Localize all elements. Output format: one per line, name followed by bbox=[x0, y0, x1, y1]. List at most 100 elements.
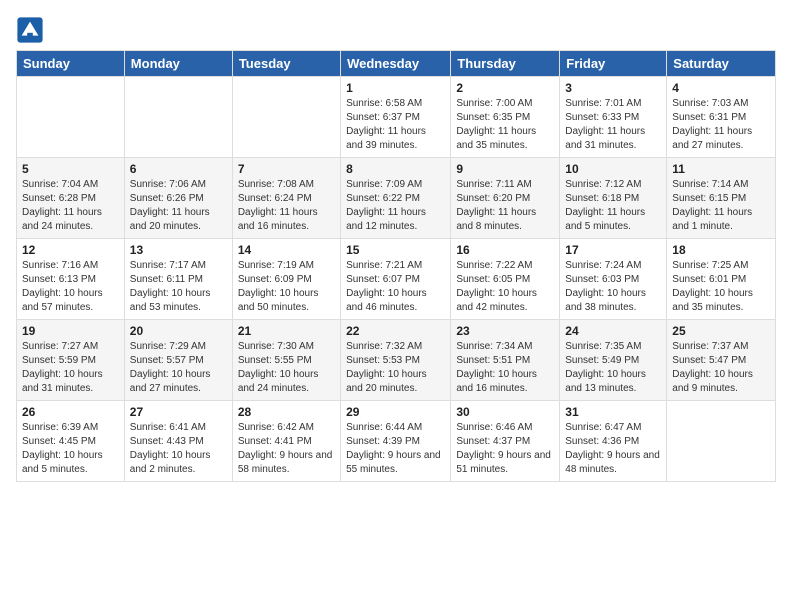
day-info: Sunrise: 7:24 AMSunset: 6:03 PMDaylight:… bbox=[565, 259, 661, 315]
day-info: Sunrise: 7:14 AMSunset: 6:15 PMDaylight:… bbox=[672, 178, 770, 234]
day-number: 14 bbox=[238, 243, 335, 257]
week-row-1: 1Sunrise: 6:58 AMSunset: 6:37 PMDaylight… bbox=[17, 77, 776, 158]
day-info: Sunrise: 6:42 AMSunset: 4:41 PMDaylight:… bbox=[238, 421, 335, 477]
calendar-header-row: SundayMondayTuesdayWednesdayThursdayFrid… bbox=[17, 51, 776, 77]
day-number: 13 bbox=[130, 243, 227, 257]
day-cell: 20Sunrise: 7:29 AMSunset: 5:57 PMDayligh… bbox=[124, 320, 232, 401]
day-number: 27 bbox=[130, 405, 227, 419]
day-number: 17 bbox=[565, 243, 661, 257]
column-header-friday: Friday bbox=[560, 51, 667, 77]
day-number: 6 bbox=[130, 162, 227, 176]
day-cell: 8 Sunrise: 7:09 AMSunset: 6:22 PMDaylight… bbox=[341, 158, 451, 239]
day-cell: 22 Sunrise: 7:32 AMSunset: 5:53 PMDayligh… bbox=[341, 320, 451, 401]
logo-icon bbox=[16, 16, 44, 44]
day-info: Sunrise: 6:47 AMSunset: 4:36 PMDaylight:… bbox=[565, 421, 661, 477]
day-info: Sunrise: 7:04 AMSunset: 6:28 PMDaylight:… bbox=[22, 178, 119, 234]
day-number: 7 bbox=[238, 162, 335, 176]
day-info: Sunrise: 7:22 AMSunset: 6:05 PMDaylight:… bbox=[456, 259, 554, 315]
day-cell: 26 Sunrise: 6:39 AMSunset: 4:45 PMDayligh… bbox=[17, 401, 125, 482]
day-number: 8 bbox=[346, 162, 445, 176]
day-info: Sunrise: 7:01 AMSunset: 6:33 PMDaylight:… bbox=[565, 97, 661, 153]
week-row-5: 26 Sunrise: 6:39 AMSunset: 4:45 PMDayligh… bbox=[17, 401, 776, 482]
day-cell: 14 Sunrise: 7:19 AMSunset: 6:09 PMDayligh… bbox=[232, 239, 340, 320]
column-header-thursday: Thursday bbox=[451, 51, 560, 77]
day-info: Sunrise: 7:19 AMSunset: 6:09 PMDaylight:… bbox=[238, 259, 335, 315]
day-number: 15 bbox=[346, 243, 445, 257]
day-cell: 24Sunrise: 7:35 AMSunset: 5:49 PMDayligh… bbox=[560, 320, 667, 401]
day-cell: 7 Sunrise: 7:08 AMSunset: 6:24 PMDaylight… bbox=[232, 158, 340, 239]
week-row-4: 19 Sunrise: 7:27 AMSunset: 5:59 PMDayligh… bbox=[17, 320, 776, 401]
day-number: 5 bbox=[22, 162, 119, 176]
day-cell: 2 Sunrise: 7:00 AMSunset: 6:35 PMDaylight… bbox=[451, 77, 560, 158]
day-cell: 31 Sunrise: 6:47 AMSunset: 4:36 PMDayligh… bbox=[560, 401, 667, 482]
day-cell: 25 Sunrise: 7:37 AMSunset: 5:47 PMDayligh… bbox=[667, 320, 776, 401]
day-number: 23 bbox=[456, 324, 554, 338]
day-cell: 30 Sunrise: 6:46 AMSunset: 4:37 PMDayligh… bbox=[451, 401, 560, 482]
day-cell: 5 Sunrise: 7:04 AMSunset: 6:28 PMDaylight… bbox=[17, 158, 125, 239]
day-number: 9 bbox=[456, 162, 554, 176]
column-header-tuesday: Tuesday bbox=[232, 51, 340, 77]
day-number: 18 bbox=[672, 243, 770, 257]
day-info: Sunrise: 7:27 AMSunset: 5:59 PMDaylight:… bbox=[22, 340, 119, 396]
day-number: 21 bbox=[238, 324, 335, 338]
calendar: SundayMondayTuesdayWednesdayThursdayFrid… bbox=[16, 50, 776, 482]
column-header-sunday: Sunday bbox=[17, 51, 125, 77]
day-info: Sunrise: 7:34 AMSunset: 5:51 PMDaylight:… bbox=[456, 340, 554, 396]
day-cell: 18 Sunrise: 7:25 AMSunset: 6:01 PMDayligh… bbox=[667, 239, 776, 320]
day-number: 26 bbox=[22, 405, 119, 419]
day-info: Sunrise: 7:25 AMSunset: 6:01 PMDaylight:… bbox=[672, 259, 770, 315]
day-cell: 23 Sunrise: 7:34 AMSunset: 5:51 PMDayligh… bbox=[451, 320, 560, 401]
column-header-monday: Monday bbox=[124, 51, 232, 77]
day-info: Sunrise: 7:08 AMSunset: 6:24 PMDaylight:… bbox=[238, 178, 335, 234]
day-info: Sunrise: 6:39 AMSunset: 4:45 PMDaylight:… bbox=[22, 421, 119, 477]
day-info: Sunrise: 7:17 AMSunset: 6:11 PMDaylight:… bbox=[130, 259, 227, 315]
day-info: Sunrise: 7:30 AMSunset: 5:55 PMDaylight:… bbox=[238, 340, 335, 396]
day-number: 24 bbox=[565, 324, 661, 338]
day-cell: 3 Sunrise: 7:01 AMSunset: 6:33 PMDaylight… bbox=[560, 77, 667, 158]
day-cell: 9Sunrise: 7:11 AMSunset: 6:20 PMDaylight… bbox=[451, 158, 560, 239]
day-info: Sunrise: 7:12 AMSunset: 6:18 PMDaylight:… bbox=[565, 178, 661, 234]
day-cell: 11 Sunrise: 7:14 AMSunset: 6:15 PMDayligh… bbox=[667, 158, 776, 239]
day-cell: 1Sunrise: 6:58 AMSunset: 6:37 PMDaylight… bbox=[341, 77, 451, 158]
day-info: Sunrise: 7:37 AMSunset: 5:47 PMDaylight:… bbox=[672, 340, 770, 396]
day-cell bbox=[17, 77, 125, 158]
day-info: Sunrise: 7:32 AMSunset: 5:53 PMDaylight:… bbox=[346, 340, 445, 396]
day-cell: 27 Sunrise: 6:41 AMSunset: 4:43 PMDayligh… bbox=[124, 401, 232, 482]
day-info: Sunrise: 6:44 AMSunset: 4:39 PMDaylight:… bbox=[346, 421, 445, 477]
column-header-wednesday: Wednesday bbox=[341, 51, 451, 77]
day-info: Sunrise: 7:21 AMSunset: 6:07 PMDaylight:… bbox=[346, 259, 445, 315]
day-info: Sunrise: 7:00 AMSunset: 6:35 PMDaylight:… bbox=[456, 97, 554, 153]
day-info: Sunrise: 7:03 AMSunset: 6:31 PMDaylight:… bbox=[672, 97, 770, 153]
day-cell: 6Sunrise: 7:06 AMSunset: 6:26 PMDaylight… bbox=[124, 158, 232, 239]
day-cell: 13 Sunrise: 7:17 AMSunset: 6:11 PMDayligh… bbox=[124, 239, 232, 320]
day-cell bbox=[124, 77, 232, 158]
day-number: 12 bbox=[22, 243, 119, 257]
day-number: 22 bbox=[346, 324, 445, 338]
day-number: 28 bbox=[238, 405, 335, 419]
day-cell: 12 Sunrise: 7:16 AMSunset: 6:13 PMDayligh… bbox=[17, 239, 125, 320]
day-number: 30 bbox=[456, 405, 554, 419]
day-info: Sunrise: 7:16 AMSunset: 6:13 PMDaylight:… bbox=[22, 259, 119, 315]
day-number: 29 bbox=[346, 405, 445, 419]
day-cell: 4Sunrise: 7:03 AMSunset: 6:31 PMDaylight… bbox=[667, 77, 776, 158]
day-number: 31 bbox=[565, 405, 661, 419]
day-number: 3 bbox=[565, 81, 661, 95]
day-number: 25 bbox=[672, 324, 770, 338]
day-number: 19 bbox=[22, 324, 119, 338]
day-number: 11 bbox=[672, 162, 770, 176]
week-row-3: 12 Sunrise: 7:16 AMSunset: 6:13 PMDayligh… bbox=[17, 239, 776, 320]
day-cell: 28 Sunrise: 6:42 AMSunset: 4:41 PMDayligh… bbox=[232, 401, 340, 482]
logo bbox=[16, 16, 48, 44]
day-number: 2 bbox=[456, 81, 554, 95]
day-info: Sunrise: 7:29 AMSunset: 5:57 PMDaylight:… bbox=[130, 340, 227, 396]
week-row-2: 5 Sunrise: 7:04 AMSunset: 6:28 PMDaylight… bbox=[17, 158, 776, 239]
day-number: 1 bbox=[346, 81, 445, 95]
day-info: Sunrise: 6:46 AMSunset: 4:37 PMDaylight:… bbox=[456, 421, 554, 477]
day-cell: 29 Sunrise: 6:44 AMSunset: 4:39 PMDayligh… bbox=[341, 401, 451, 482]
day-cell bbox=[667, 401, 776, 482]
day-info: Sunrise: 6:41 AMSunset: 4:43 PMDaylight:… bbox=[130, 421, 227, 477]
day-cell bbox=[232, 77, 340, 158]
day-info: Sunrise: 7:09 AMSunset: 6:22 PMDaylight:… bbox=[346, 178, 445, 234]
column-header-saturday: Saturday bbox=[667, 51, 776, 77]
day-cell: 16Sunrise: 7:22 AMSunset: 6:05 PMDayligh… bbox=[451, 239, 560, 320]
